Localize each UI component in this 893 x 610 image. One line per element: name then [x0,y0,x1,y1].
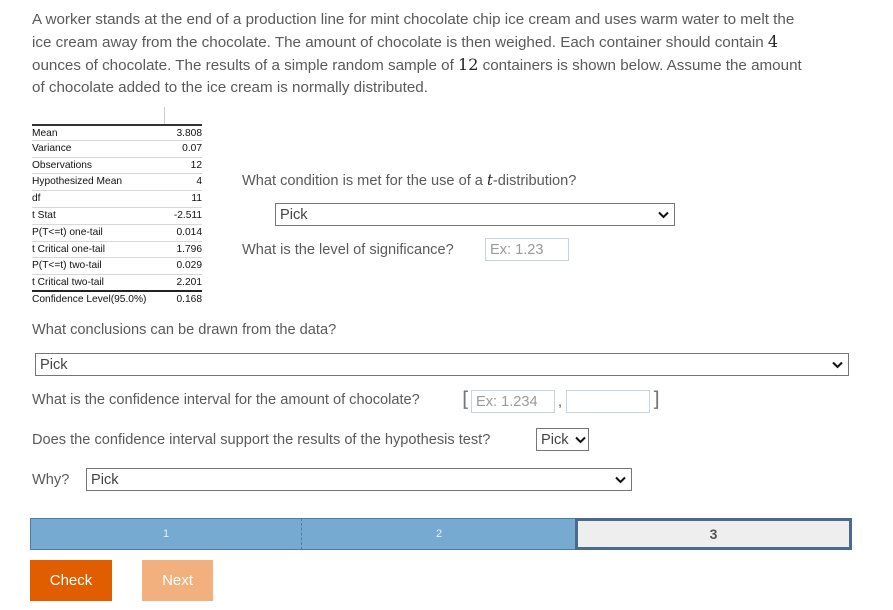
column-divider [164,107,165,124]
row-label: P(T<=t) two-tail [32,260,102,272]
row-value: 11 [191,193,202,205]
row-label: t Critical two-tail [32,277,104,289]
row-label: t Critical one-tail [32,243,106,255]
row-value: 0.07 [182,142,202,154]
row-value: 1.796 [176,243,203,255]
condition-question: What condition is met for the use of a t… [242,172,576,189]
significance-question: What is the level of significance? [242,242,454,258]
prompt-line-1: A worker stands at the end of a producti… [32,11,795,28]
question-text: -distribution? [492,173,577,189]
prompt-text: containers is shown below. Assume the am… [478,57,802,74]
row-label: t Stat [32,209,56,221]
conclusions-question: What conclusions can be drawn from the d… [32,322,337,338]
open-bracket: [ [462,387,470,411]
interval-lower-input[interactable]: Ex: 1.234 [471,390,555,413]
next-button[interactable]: Next [142,560,213,601]
progress-segment-3[interactable]: 3 [575,518,852,550]
selected-value: Pick [40,356,68,373]
prompt-line-3: ounces of chocolate. The results of a si… [32,54,852,77]
table-row: P(T<=t) two-tail 0.029 [32,258,203,276]
row-value: 3.808 [176,128,203,139]
chevron-down-icon [613,473,627,487]
row-value: 2.201 [176,277,203,289]
row-value: -2.511 [173,209,202,221]
why-select[interactable]: Pick [86,468,632,491]
row-label: df [32,193,41,205]
condition-select[interactable]: Pick [275,203,675,226]
close-bracket: ] [652,387,660,411]
row-label: Confidence Level(95.0%) [32,293,147,305]
t-test-output-table: Mean 3.808 Variance 0.07 Observations 12 Hy… [32,107,202,309]
row-label: Observations [32,159,93,171]
prompt-text: ice cream away from the chocolate. The a… [32,34,768,51]
question-text: What condition is met for the use of a [242,173,487,189]
chevron-down-icon [573,433,587,447]
sample-size-value: 12 [458,55,479,74]
prompt-text: ounces of chocolate. The results of a si… [32,57,459,74]
chevron-down-icon [830,358,844,372]
table-header-gap [32,107,202,124]
why-label: Why? [32,472,70,488]
problem-statement: A worker stands at the end of a producti… [32,9,852,99]
table-row: Mean 3.808 [32,124,202,141]
table-row: t Critical one-tail 1.796 [32,242,202,259]
table-row: Hypothesized Mean 4 [32,174,202,192]
prompt-line-4: of chocolate added to the ice cream is n… [32,79,428,96]
row-label: P(T<=t) one-tail [32,226,103,238]
selected-value: Pick [280,206,308,223]
row-label: Variance [32,142,72,154]
table-row: P(T<=t) one-tail 0.014 [32,225,202,242]
selected-value: Pick [91,471,119,488]
interval-separator: , [558,394,563,410]
table-row: df 11 [32,191,202,208]
interval-upper-input[interactable] [566,390,650,413]
interval-question: What is the confidence interval for the … [32,392,420,408]
progress-segment-1[interactable]: 1 [30,518,302,550]
support-select[interactable]: Pick [536,428,589,451]
table-row: t Critical two-tail 2.201 [32,275,202,292]
row-value: 0.014 [176,226,203,238]
chevron-down-icon [656,208,670,222]
selected-value: Pick [541,431,569,448]
row-label: Mean [32,128,58,139]
table-row: Confidence Level(95.0%) 0.168 [32,292,202,309]
row-value: 0.029 [176,260,203,272]
table-row: t Stat -2.511 [32,208,202,225]
progress-segment-2[interactable]: 2 [302,518,576,550]
row-label: Hypothesized Mean [32,176,123,188]
check-button[interactable]: Check [30,560,112,601]
table-row: Observations 12 [32,158,202,175]
significance-input[interactable]: Ex: 1.23 [485,238,569,261]
ounces-value: 4 [767,32,779,51]
prompt-line-2: ice cream away from the chocolate. The a… [32,31,852,54]
row-value: 12 [190,159,202,171]
table-row: Variance 0.07 [32,141,202,158]
support-question: Does the confidence interval support the… [32,432,491,448]
row-value: 4 [196,176,202,188]
conclusions-select[interactable]: Pick [35,353,849,376]
row-value: 0.168 [176,293,203,305]
